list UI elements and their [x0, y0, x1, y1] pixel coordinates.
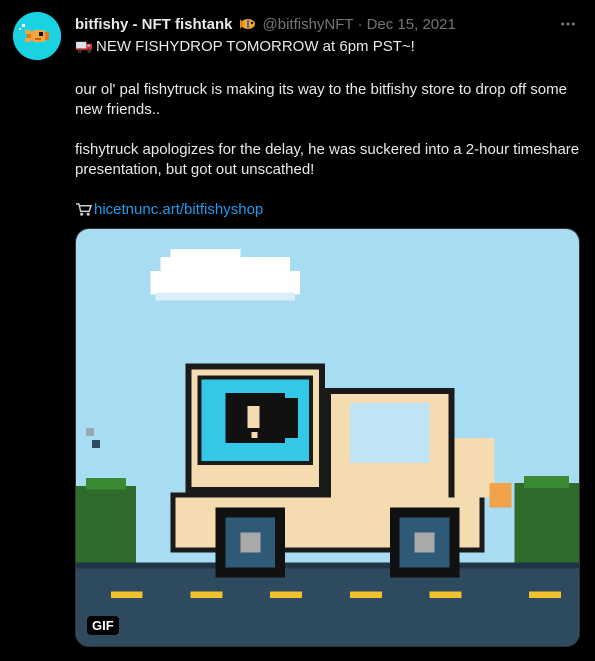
tweet-link-line: hicetnunc.art/bitfishyshop — [75, 200, 580, 223]
tweet-paragraph-2: our ol' pal fishytruck is making its way… — [75, 81, 567, 118]
shop-link[interactable]: hicetnunc.art/bitfishyshop — [94, 201, 263, 218]
delivery-truck-icon — [75, 39, 94, 60]
tweet-paragraph-3: fishytruck apologizes for the delay, he … — [75, 141, 580, 178]
tweet-line-1: NEW FISHYDROP TOMORROW at 6pm PST~! — [75, 37, 580, 60]
avatar[interactable] — [13, 12, 61, 60]
fish-icon — [13, 12, 61, 60]
tweet-headline: NEW FISHYDROP TOMORROW at 6pm PST~! — [96, 38, 415, 55]
tweet-header: bitfishy - NFT fishtank @bitfishyNFT · D… — [75, 13, 555, 35]
gif-badge: GIF — [87, 616, 119, 635]
tweet-card[interactable]: bitfishy - NFT fishtank @bitfishyNFT · D… — [0, 0, 595, 661]
fishytruck-gif-image — [76, 229, 579, 646]
tweet-text: NEW FISHYDROP TOMORROW at 6pm PST~! our … — [75, 37, 580, 223]
user-handle[interactable]: @bitfishyNFT — [263, 16, 354, 33]
tropical-fish-icon — [238, 16, 258, 32]
media-gif[interactable]: GIF — [75, 228, 580, 647]
shopping-cart-icon — [75, 202, 93, 223]
more-icon[interactable] — [557, 14, 579, 34]
separator-dot: · — [357, 15, 363, 33]
tweet-date[interactable]: Dec 15, 2021 — [367, 16, 456, 33]
display-name[interactable]: bitfishy - NFT fishtank — [75, 16, 233, 33]
